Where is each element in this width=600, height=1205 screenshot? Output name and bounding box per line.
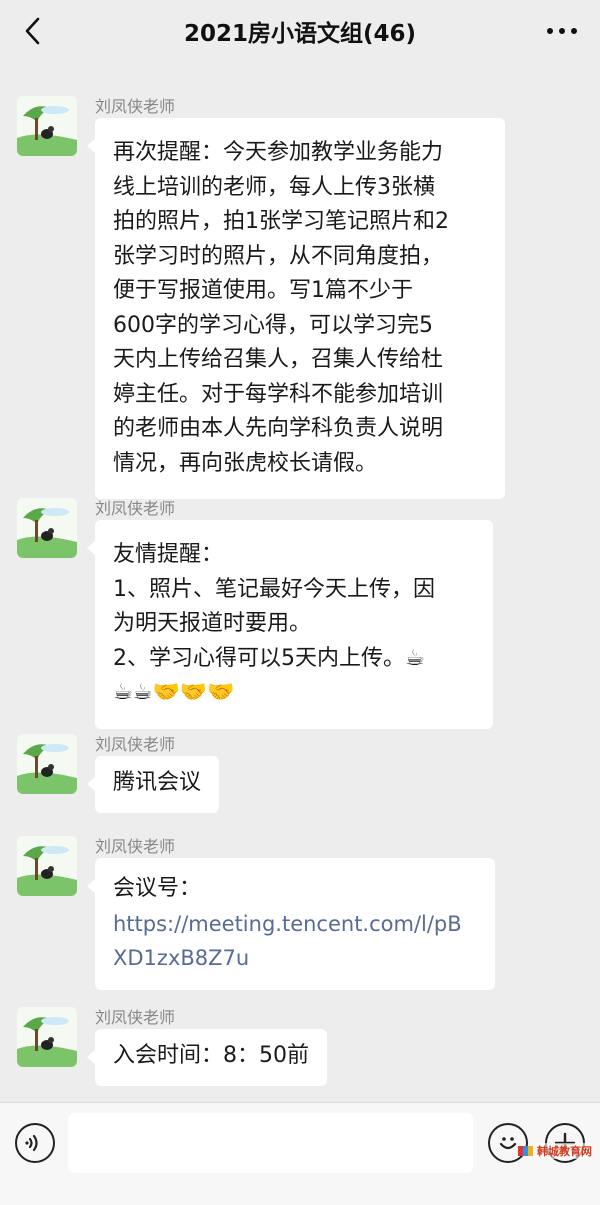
message-text-line: 入会时间：8：50前: [113, 1043, 309, 1068]
chevron-left-icon: [25, 17, 40, 45]
more-dots-icon: [547, 28, 577, 34]
watermark: 韩城教育网: [518, 1142, 594, 1160]
avatar[interactable]: [17, 96, 77, 156]
message-bubble[interactable]: 会议号： https://meeting.tencent.com/l/pB XD…: [87, 858, 495, 990]
sender-name: 刘凤侠老师: [95, 735, 176, 754]
voice-icon: [25, 1134, 38, 1152]
avatar[interactable]: [17, 836, 77, 896]
message-bubble[interactable]: 入会时间：8：50前: [87, 1029, 327, 1086]
message-text-line: 的老师由本人先向学科负责人说明: [113, 416, 444, 441]
message-text-line: 婷主任。对于每学科不能参加培训: [113, 381, 444, 407]
meeting-link[interactable]: XD1zxB8Z7u: [113, 941, 477, 976]
message-text-line: 会议号：: [113, 876, 202, 901]
message-text-line: 情况，再向张虎校长请假。: [113, 450, 378, 476]
avatar-image: [17, 734, 77, 794]
message-bubble[interactable]: 腾讯会议: [86, 756, 220, 813]
input-bar: [0, 1102, 600, 1205]
chat-header: 2021房小语文组(46): [0, 0, 600, 62]
message-input[interactable]: [68, 1113, 473, 1173]
voice-button[interactable]: [15, 1123, 55, 1163]
message-text-line: 再次提醒：今天参加教学业务能力: [113, 140, 444, 165]
sender-name: 刘凤侠老师: [95, 1008, 176, 1027]
message-bubble[interactable]: 友情提醒： 1、照片、笔记最好今天上传，因 为明天报道时要用。 2、学习心得可以…: [87, 520, 493, 729]
message-text-line: 2、学习心得可以5天内上传。☕: [113, 645, 425, 671]
avatar-image: [17, 498, 77, 558]
more-button[interactable]: [540, 12, 584, 50]
message-text-line: 便于写报道使用。写1篇不少于: [113, 278, 413, 303]
avatar[interactable]: [17, 498, 77, 558]
chat-message-list[interactable]: 刘凤侠老师 再次提醒：今天参加教学业务能力 线上培训的老师，每人上传3张横 拍的…: [0, 62, 600, 1102]
back-button[interactable]: [14, 12, 52, 50]
message-text-line: 1、照片、笔记最好今天上传，因: [113, 576, 435, 602]
message-text-line: 天内上传给召集人，召集人传给杜: [113, 347, 444, 372]
avatar-image: [17, 96, 77, 156]
sender-name: 刘凤侠老师: [95, 499, 176, 518]
avatar[interactable]: [17, 734, 77, 794]
avatar-image: [17, 1007, 77, 1067]
watermark-logo: [518, 1146, 533, 1156]
avatar-image: [17, 836, 77, 896]
message-text-line: 600字的学习心得，可以学习完5: [113, 312, 433, 338]
avatar[interactable]: [17, 1007, 77, 1067]
message-text-line: 张学习时的照片，从不同角度拍，: [113, 243, 444, 269]
chat-title: 2021房小语文组(46): [183, 21, 417, 47]
emoji-line: ☕☕🤝🤝🤝: [113, 680, 235, 705]
message-text-line: 线上培训的老师，每人上传3张横: [113, 174, 435, 200]
message-text-line: 拍的照片，拍1张学习笔记照片和2: [113, 209, 449, 234]
message-text-line: 友情提醒：: [113, 542, 224, 567]
meeting-link[interactable]: https://meeting.tencent.com/l/pB: [113, 907, 477, 942]
message-text-line: 腾讯会议: [113, 770, 202, 795]
message-bubble[interactable]: 再次提醒：今天参加教学业务能力 线上培训的老师，每人上传3张横 拍的照片，拍1张…: [87, 118, 505, 499]
message-text-line: 为明天报道时要用。: [113, 611, 312, 636]
sender-name: 刘凤侠老师: [95, 837, 176, 856]
watermark-text: 韩城教育网: [537, 1143, 592, 1159]
sender-name: 刘凤侠老师: [95, 97, 176, 116]
